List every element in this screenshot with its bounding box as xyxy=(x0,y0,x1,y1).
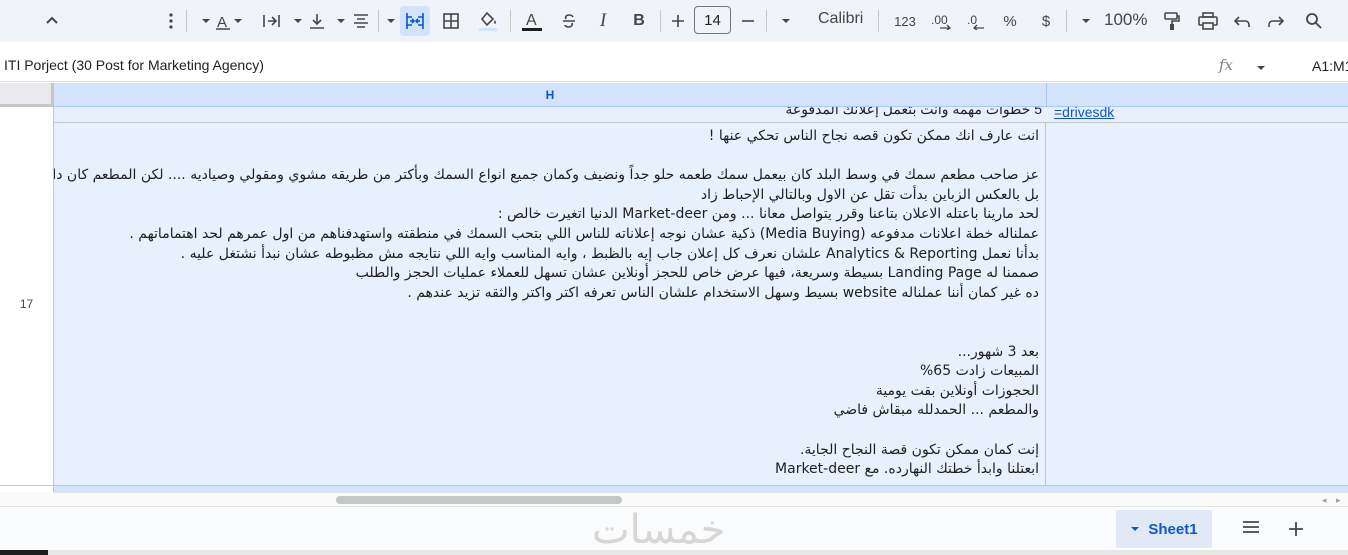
merge-cells-button[interactable] xyxy=(400,6,430,36)
cell-text-line: والمطعم ... الحمدلله مبقاش فاضي xyxy=(833,402,1039,419)
select-all-corner[interactable] xyxy=(0,83,54,107)
cell-text-line xyxy=(54,147,1039,167)
cell-text-line: بعد 3 شهور... xyxy=(957,343,1039,360)
scrollbar-corner xyxy=(0,492,54,506)
search-icon[interactable] xyxy=(1300,6,1328,36)
fx-icon: fx xyxy=(1219,56,1234,74)
cell-text-line: المبيعات زادت 65% xyxy=(919,363,1039,380)
cell-text-line: لحد مارينا باعتله الاعلان بتاعنا وقرر يت… xyxy=(497,206,1039,223)
font-dropdown-caret-icon[interactable] xyxy=(778,6,794,36)
cell-text-line: إنت كمان ممكن تكون قصة النجاح الجاية. xyxy=(799,441,1039,458)
text-rotation-button[interactable]: A xyxy=(198,6,246,36)
cell-i17[interactable] xyxy=(1046,123,1348,485)
cell-text-line: عز صاحب مطعم سمك في وسط البلد كان بيعمل … xyxy=(54,167,1039,184)
toolbar-divider xyxy=(378,10,379,32)
toolbar-divider xyxy=(186,10,187,32)
add-sheet-icon[interactable] xyxy=(1288,517,1304,543)
more-options-icon[interactable] xyxy=(160,6,182,36)
watermark-logo: خمسات xyxy=(592,507,726,553)
name-box-dropdown-icon[interactable] xyxy=(1256,58,1266,76)
sheet-tabs-bar: خمسات Sheet1 xyxy=(0,506,1348,553)
cell-text-line: ابعتلنا وابدأ خطتك النهارده. مع Market-d… xyxy=(775,461,1039,478)
row-header-17[interactable]: 17 xyxy=(0,123,54,485)
toolbar: A A I B 14 Calibri 123 .00 .0 % $ 100% xyxy=(0,0,1348,42)
cell-text-line: انت عارف انك ممكن تكون قصه نجاح الناس تح… xyxy=(708,128,1039,144)
formula-bar: ITI Porject (30 Post for Marketing Agenc… xyxy=(0,42,1348,82)
increase-decimal-icon[interactable]: .00 xyxy=(928,6,954,36)
scroll-right-icon[interactable]: ▸ xyxy=(1336,495,1341,506)
font-family-select[interactable]: Calibri xyxy=(818,10,863,28)
cell-text-line: صممنا له Landing Page بسيطة وسريعة، فيها… xyxy=(355,265,1039,282)
scroll-left-icon[interactable]: ◂ xyxy=(1322,495,1327,506)
svg-text:.0: .0 xyxy=(967,13,977,27)
name-box[interactable]: A1:M1 xyxy=(1312,58,1348,74)
decrease-decimal-icon[interactable]: .0 xyxy=(962,6,988,36)
strikethrough-icon[interactable] xyxy=(556,6,582,36)
cell-text-line: ده غير كمان أننا عملناله website بسيط وس… xyxy=(407,284,1039,301)
percent-format-button[interactable]: % xyxy=(998,6,1022,36)
horizontal-scrollbar[interactable]: ◂ ▸ xyxy=(54,492,1348,506)
sheet-tab-menu-icon[interactable] xyxy=(1130,526,1140,532)
horizontal-align-button[interactable] xyxy=(350,6,372,36)
cell-i16-link[interactable]: =drivesdk xyxy=(1054,107,1114,120)
zoom-dropdown-caret-icon[interactable] xyxy=(1078,6,1094,36)
scrollbar-thumb[interactable] xyxy=(336,496,622,504)
decrease-font-size-icon[interactable] xyxy=(736,6,760,36)
column-header-h[interactable]: H xyxy=(54,83,1046,107)
toolbar-divider xyxy=(660,10,661,32)
fill-color-icon[interactable] xyxy=(474,6,502,36)
bold-button[interactable]: B xyxy=(626,6,652,36)
collapse-menus-icon[interactable] xyxy=(38,6,66,36)
table-row: 5 خطوات مهمه وانت بتعمل إعلانك المدفوعة … xyxy=(54,107,1348,123)
sheet-tab-sheet1[interactable]: Sheet1 xyxy=(1116,510,1212,548)
cell-h17[interactable]: انت عارف انك ممكن تكون قصه نجاح الناس تح… xyxy=(54,123,1046,485)
toolbar-divider xyxy=(510,10,511,32)
cell-text-line xyxy=(54,421,1039,441)
svg-text:A: A xyxy=(526,12,537,29)
text-wrapping-button[interactable] xyxy=(258,6,308,36)
italic-button[interactable]: I xyxy=(590,6,616,36)
font-size-input[interactable]: 14 xyxy=(694,6,731,34)
toolbar-divider xyxy=(878,10,879,32)
column-header-i[interactable] xyxy=(1046,83,1348,107)
svg-text:.00: .00 xyxy=(931,13,948,27)
align-dropdown-caret-icon[interactable] xyxy=(384,6,398,36)
cell-text-line: الحجوزات أونلاين بقت يومية xyxy=(875,382,1039,399)
zoom-select[interactable]: 100% xyxy=(1104,10,1147,30)
row-header-16[interactable] xyxy=(0,107,54,123)
toolbar-divider xyxy=(766,10,767,32)
cell-text-line xyxy=(54,323,1039,343)
redo-icon[interactable] xyxy=(1264,6,1288,36)
cell-text-line xyxy=(54,303,1039,323)
cell-h16[interactable]: 5 خطوات مهمه وانت بتعمل إعلانك المدفوعة xyxy=(785,107,1042,118)
cell-text-line: عملناله خطة اعلانات مدفوعه (Media Buying… xyxy=(129,225,1039,242)
print-icon[interactable] xyxy=(1194,6,1222,36)
cell-h17-text: انت عارف انك ممكن تكون قصه نجاح الناس تح… xyxy=(54,127,1039,480)
text-color-icon[interactable]: A xyxy=(518,6,546,36)
svg-text:A: A xyxy=(217,14,227,30)
more-formats-button[interactable]: 123 xyxy=(890,6,920,36)
vertical-align-button[interactable] xyxy=(306,6,352,36)
increase-font-size-icon[interactable] xyxy=(666,6,690,36)
currency-format-button[interactable]: $ xyxy=(1034,6,1058,36)
formula-input[interactable]: ITI Porject (30 Post for Marketing Agenc… xyxy=(4,57,264,73)
paint-format-icon[interactable] xyxy=(1158,6,1186,36)
borders-icon[interactable] xyxy=(438,6,464,36)
cell-text-line: بل بالعكس الزباين بدأت تقل عن الاول وبال… xyxy=(700,186,1039,203)
toolbar-divider xyxy=(1066,10,1067,32)
cell-text-line: بدأنا نعمل Analytics & Reporting علشان ن… xyxy=(180,245,1039,262)
all-sheets-icon[interactable] xyxy=(1242,520,1260,539)
sheet-tab-label: Sheet1 xyxy=(1148,520,1198,538)
undo-icon[interactable] xyxy=(1230,6,1254,36)
taskbar-edge xyxy=(48,550,1348,555)
